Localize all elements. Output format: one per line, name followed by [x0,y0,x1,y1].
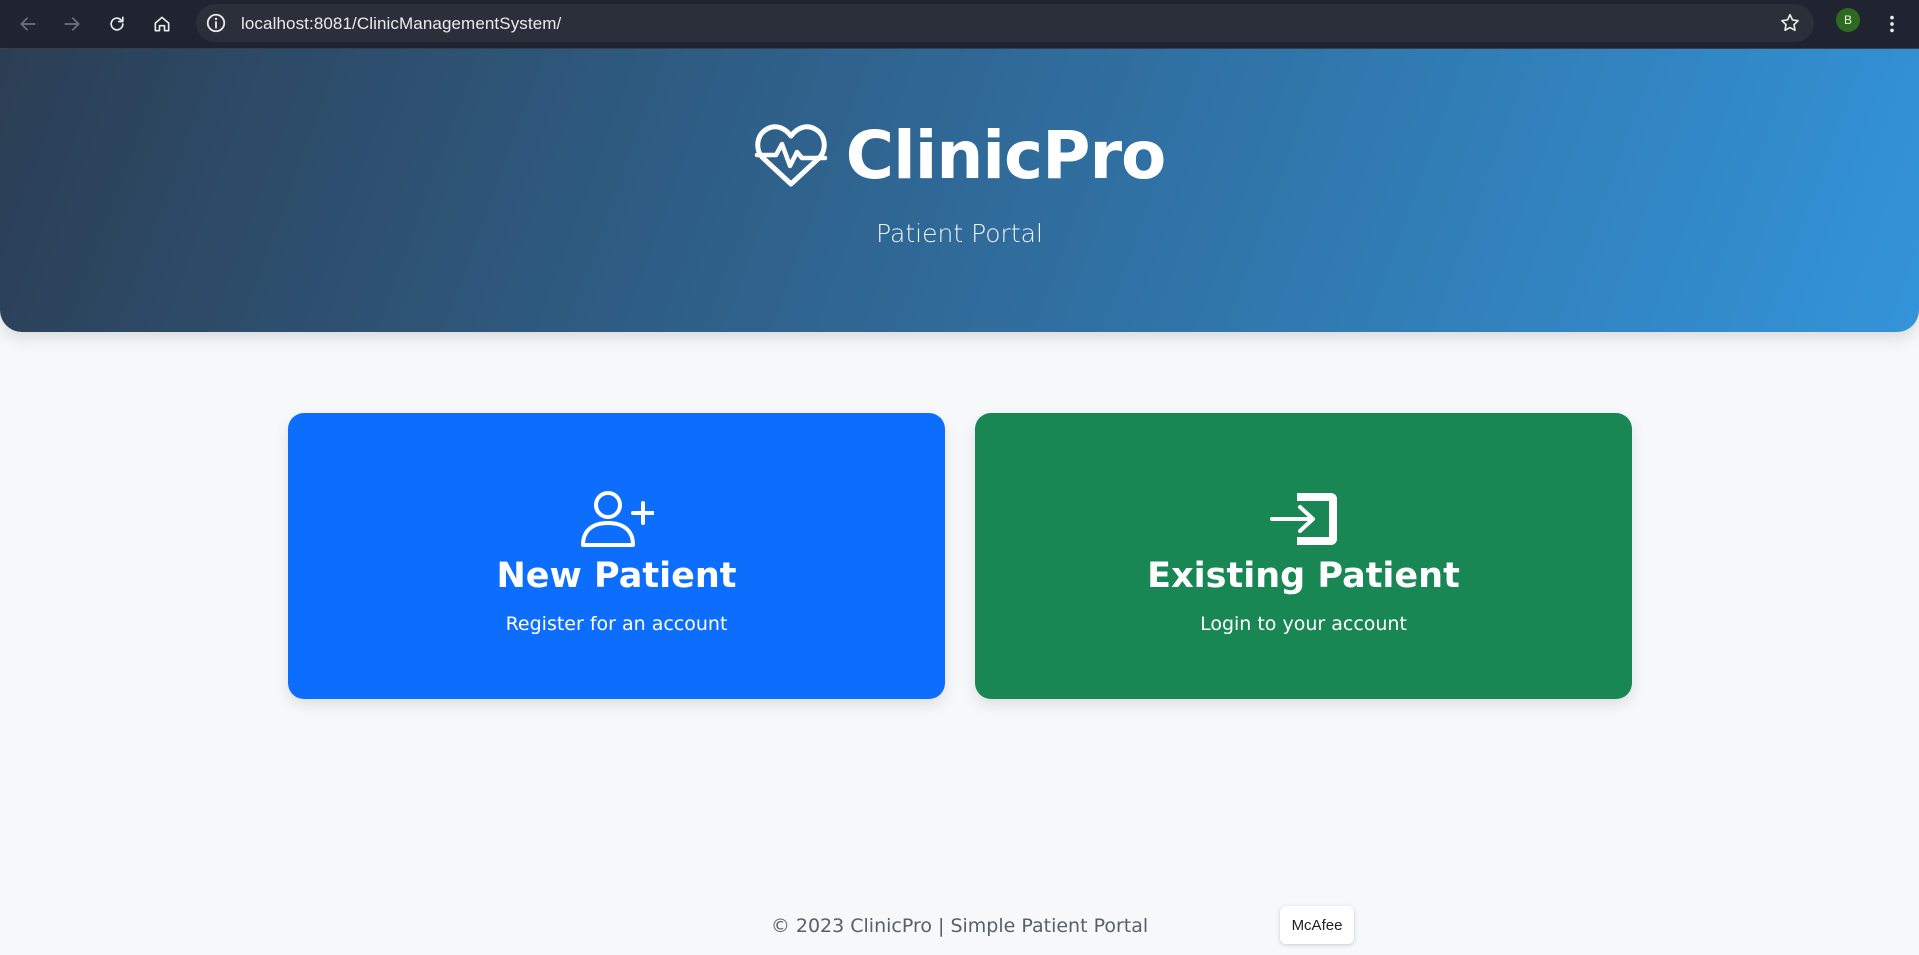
reload-button[interactable] [101,8,133,40]
hero-header: ClinicPro Patient Portal [0,49,1919,332]
url-text[interactable]: localhost:8081/ClinicManagementSystem/ [241,14,561,34]
address-bar[interactable]: localhost:8081/ClinicManagementSystem/ [196,4,1814,42]
bookmark-star-icon[interactable] [1778,11,1802,35]
browser-toolbar: localhost:8081/ClinicManagementSystem/ B [0,0,1919,49]
arrow-right-icon [64,17,80,31]
box-arrow-in-right-icon [975,489,1632,549]
reload-icon [110,16,124,31]
kebab-menu-icon [1890,15,1894,33]
mcafee-badge[interactable]: McAfee [1280,906,1354,944]
new-patient-title: New Patient [496,556,737,596]
person-plus-icon [288,489,945,549]
home-icon [154,16,170,32]
new-patient-subtitle: Register for an account [505,613,728,635]
home-button[interactable] [146,8,178,40]
brand-name: ClinicPro [845,117,1167,194]
site-info-icon[interactable] [204,11,228,35]
heart-pulse-icon [754,122,828,190]
existing-patient-subtitle: Login to your account [1200,613,1407,635]
brand: ClinicPro [0,117,1919,194]
tagline: Patient Portal [876,219,1043,248]
existing-patient-card[interactable]: Existing Patient Login to your account [975,413,1632,699]
forward-button[interactable] [56,8,88,40]
arrow-left-icon [20,17,36,31]
new-patient-card[interactable]: New Patient Register for an account [288,413,945,699]
browser-menu-button[interactable] [1880,8,1904,40]
profile-avatar[interactable]: B [1836,8,1860,32]
back-button[interactable] [12,8,44,40]
existing-patient-title: Existing Patient [1147,556,1460,596]
footer-copyright: © 2023 ClinicPro | Simple Patient Portal [770,915,1149,937]
